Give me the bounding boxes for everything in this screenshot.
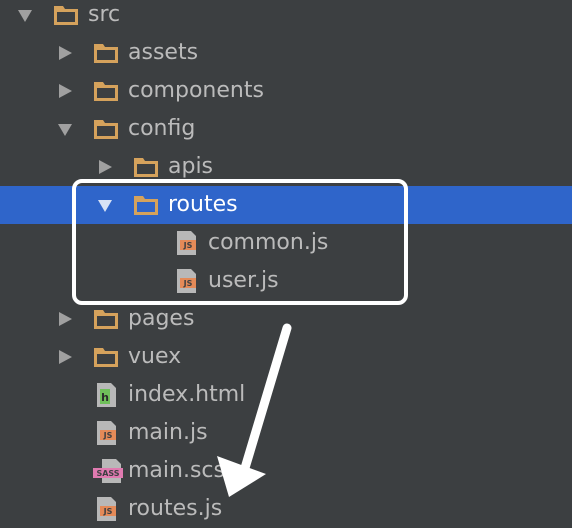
svg-text:JS: JS: [183, 279, 193, 288]
tree-item-index-html[interactable]: h index.html: [0, 376, 572, 414]
html-file-icon: h: [97, 383, 116, 407]
expanded-arrow-icon[interactable]: [16, 6, 34, 24]
tree-item-label: main.js: [128, 420, 208, 445]
svg-text:JS: JS: [103, 431, 113, 440]
folder-icon: [94, 310, 118, 329]
tree-item-label: main.scss: [128, 458, 237, 483]
tree-item-label: apis: [168, 154, 214, 179]
tree-item-label: routes: [168, 192, 238, 217]
svg-text:JS: JS: [183, 241, 193, 250]
tree-item-user-js[interactable]: JS user.js: [0, 262, 572, 300]
folder-icon: [94, 348, 118, 367]
folder-icon: [134, 158, 158, 177]
collapsed-arrow-icon[interactable]: [96, 158, 114, 176]
js-file-icon: JS: [177, 269, 196, 293]
tree-item-components[interactable]: components: [0, 72, 572, 110]
tree-item-label: components: [128, 78, 264, 103]
tree-item-routes[interactable]: routes: [0, 186, 572, 224]
expanded-arrow-icon[interactable]: [56, 120, 74, 138]
collapsed-arrow-icon[interactable]: [56, 82, 74, 100]
tree-item-label: routes.js: [128, 496, 223, 521]
folder-icon: [134, 196, 158, 215]
tree-item-label: common.js: [208, 230, 329, 255]
collapsed-arrow-icon[interactable]: [56, 310, 74, 328]
folder-icon: [94, 120, 118, 139]
tree-item-label: index.html: [128, 382, 246, 407]
tree-item-label: src: [88, 2, 121, 27]
svg-text:SASS: SASS: [96, 469, 119, 478]
tree-item-assets[interactable]: assets: [0, 34, 572, 72]
tree-item-label: assets: [128, 40, 199, 65]
tree-item-common-js[interactable]: JS common.js: [0, 224, 572, 262]
tree-item-pages[interactable]: pages: [0, 300, 572, 338]
tree-item-label: user.js: [208, 268, 279, 293]
svg-text:JS: JS: [103, 507, 113, 516]
folder-icon: [94, 44, 118, 63]
js-file-icon: JS: [97, 497, 116, 521]
tree-item-config[interactable]: config: [0, 110, 572, 148]
tree-item-apis[interactable]: apis: [0, 148, 572, 186]
tree-item-vuex[interactable]: vuex: [0, 338, 572, 376]
sass-file-icon: SASS: [93, 459, 123, 483]
collapsed-arrow-icon[interactable]: [56, 44, 74, 62]
tree-item-main-js[interactable]: JS main.js: [0, 414, 572, 452]
js-file-icon: JS: [177, 231, 196, 255]
tree-item-routes-js[interactable]: JS routes.js: [0, 490, 572, 528]
svg-text:h: h: [101, 391, 109, 404]
tree-item-label: vuex: [128, 344, 182, 369]
project-file-tree: src assets components config apis routes…: [0, 0, 572, 528]
js-file-icon: JS: [97, 421, 116, 445]
tree-item-main-scss[interactable]: SASS main.scss: [0, 452, 572, 490]
tree-item-label: pages: [128, 306, 195, 331]
collapsed-arrow-icon[interactable]: [56, 348, 74, 366]
folder-icon: [94, 82, 118, 101]
tree-item-label: config: [128, 116, 196, 141]
tree-item-src[interactable]: src: [0, 0, 572, 34]
expanded-arrow-icon[interactable]: [96, 196, 114, 214]
folder-icon: [54, 6, 78, 25]
